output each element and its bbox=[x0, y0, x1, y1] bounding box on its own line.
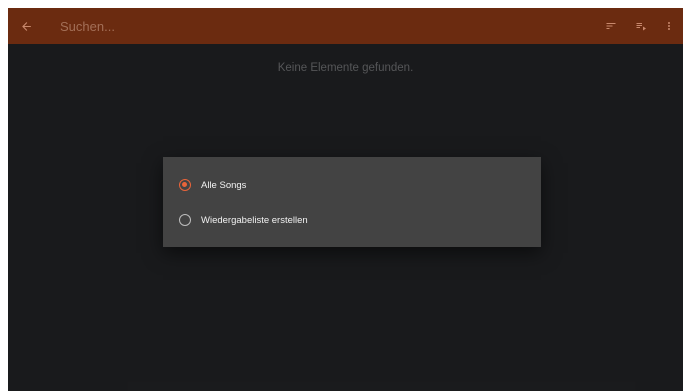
option-label: Alle Songs bbox=[201, 179, 247, 191]
more-vert-icon bbox=[668, 22, 670, 30]
search-input[interactable] bbox=[44, 12, 599, 40]
queue-button[interactable] bbox=[629, 8, 653, 44]
selection-dialog: Alle Songs Wiedergabeliste erstellen bbox=[163, 157, 541, 247]
sort-button[interactable] bbox=[599, 8, 623, 44]
option-label: Wiedergabeliste erstellen bbox=[201, 214, 308, 226]
radio-unselected-icon[interactable] bbox=[179, 214, 191, 226]
app-screen: Keine Elemente gefunden. Alle Songs Wied… bbox=[8, 8, 683, 391]
option-create-playlist[interactable]: Wiedergabeliste erstellen bbox=[163, 202, 541, 238]
sort-icon bbox=[606, 23, 616, 29]
back-button[interactable] bbox=[8, 8, 44, 44]
playlist-icon bbox=[636, 23, 646, 31]
arrow-back-icon bbox=[21, 21, 31, 31]
radio-selected-icon[interactable] bbox=[179, 179, 191, 191]
more-options-button[interactable] bbox=[657, 8, 681, 44]
top-toolbar bbox=[8, 8, 683, 44]
option-all-songs[interactable]: Alle Songs bbox=[163, 167, 541, 203]
